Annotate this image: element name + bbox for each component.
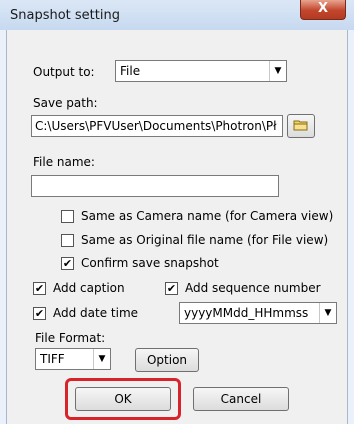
option-button[interactable]: Option — [135, 348, 199, 372]
file-format-label: File Format: — [35, 331, 106, 345]
add-sequence-label: Add sequence number — [185, 281, 321, 295]
checkmark-icon: ✔ — [34, 282, 45, 295]
output-to-value: File — [120, 64, 141, 78]
output-to-select[interactable]: File ▼ — [115, 60, 287, 82]
add-date-time-label: Add date time — [53, 306, 139, 320]
file-format-select[interactable]: TIFF ▼ — [35, 348, 111, 370]
folder-icon — [293, 120, 308, 131]
add-caption-checkbox[interactable]: ✔ — [33, 282, 46, 295]
date-format-select[interactable]: yyyyMMdd_HHmmss ▼ — [179, 302, 337, 324]
same-as-original-label: Same as Original file name (for File vie… — [81, 233, 329, 247]
close-button[interactable]: X — [300, 0, 346, 20]
save-path-field[interactable]: C:\Users\PFVUser\Documents\Photron\Pł — [31, 115, 283, 137]
close-icon: X — [317, 1, 329, 16]
save-path-label: Save path: — [33, 96, 98, 110]
date-format-value: yyyyMMdd_HHmmss — [184, 306, 309, 320]
file-name-field[interactable] — [31, 175, 279, 197]
checkmark-icon: ✔ — [62, 257, 73, 270]
checkmark-icon: ✔ — [166, 282, 177, 295]
confirm-save-checkbox[interactable]: ✔ — [61, 257, 74, 270]
same-as-original-checkbox[interactable] — [61, 234, 74, 247]
chevron-down-icon: ▼ — [319, 303, 336, 323]
confirm-save-label: Confirm save snapshot — [81, 256, 219, 270]
add-sequence-checkbox[interactable]: ✔ — [165, 282, 178, 295]
checkmark-icon: ✔ — [34, 307, 45, 320]
cancel-button[interactable]: Cancel — [193, 387, 289, 411]
add-date-time-checkbox[interactable]: ✔ — [33, 307, 46, 320]
ok-button[interactable]: OK — [75, 387, 171, 411]
save-path-value: C:\Users\PFVUser\Documents\Photron\Pł — [35, 119, 277, 133]
snapshot-setting-dialog: Snapshot setting X Output to: File ▼ Sav… — [0, 0, 354, 424]
chevron-down-icon: ▼ — [93, 349, 110, 369]
add-caption-label: Add caption — [53, 281, 125, 295]
file-format-value: TIFF — [40, 352, 65, 366]
browse-folder-button[interactable] — [287, 114, 315, 138]
file-name-label: File name: — [33, 155, 95, 169]
same-as-camera-checkbox[interactable] — [61, 210, 74, 223]
chevron-down-icon: ▼ — [269, 61, 286, 81]
output-to-label: Output to: — [33, 65, 95, 79]
title-bar: Snapshot setting X — [0, 0, 354, 30]
same-as-camera-label: Same as Camera name (for Camera view) — [81, 209, 334, 223]
window-title: Snapshot setting — [10, 8, 120, 23]
dialog-body: Output to: File ▼ Save path: C:\Users\PF… — [6, 30, 348, 424]
